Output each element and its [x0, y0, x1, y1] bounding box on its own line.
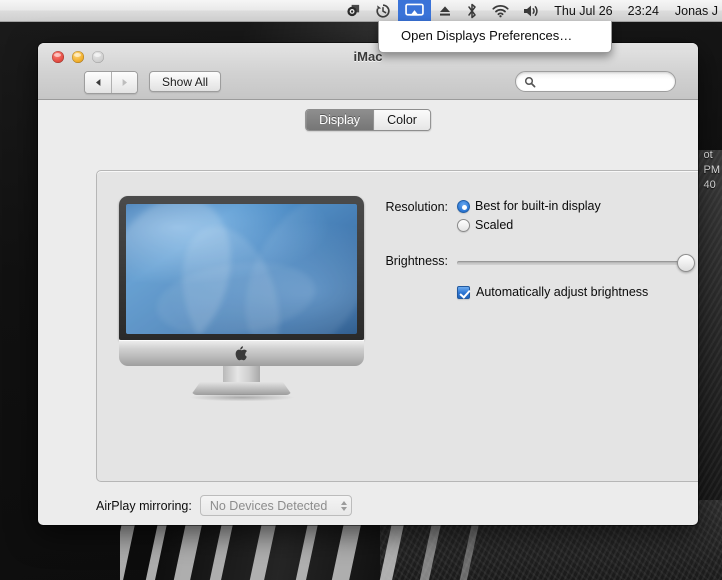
airplay-icon[interactable]	[398, 0, 432, 22]
show-all-button[interactable]: Show All	[149, 71, 222, 92]
displays-preferences-window: iMac Show All Display Color Resolution: …	[38, 43, 698, 525]
eject-icon[interactable]	[431, 0, 459, 22]
menu-item-open-displays-preferences[interactable]: Open Displays Preferences…	[379, 26, 611, 46]
slider-thumb[interactable]	[677, 254, 695, 272]
time-machine-icon[interactable]	[368, 0, 398, 22]
app-icon[interactable]	[339, 0, 368, 22]
menubar-clock[interactable]: 23:24	[621, 0, 665, 22]
airplay-device-value: No Devices Detected	[209, 498, 328, 513]
brightness-slider[interactable]	[457, 254, 697, 272]
imac-stand-neck	[223, 366, 260, 384]
desktop-background-text: ot PM 40	[703, 149, 721, 191]
brightness-group: Brightness: Automatically adjust brightn…	[369, 253, 698, 299]
auto-brightness-checkbox-row[interactable]: Automatically adjust brightness	[457, 285, 697, 299]
display-settings-panel: Resolution: Best for built-in display Sc…	[96, 170, 698, 482]
tab-bar: Display Color	[38, 100, 698, 131]
radio-button-selected-icon[interactable]	[457, 199, 470, 213]
airplay-mirroring-row: AirPlay mirroring: No Devices Detected	[96, 495, 698, 516]
radio-scaled[interactable]: Scaled	[457, 218, 601, 232]
menubar-username[interactable]: Jonas J	[665, 0, 722, 22]
radio-best-for-display[interactable]: Best for built-in display	[457, 199, 601, 213]
imac-wallpaper	[126, 204, 357, 334]
radio-scaled-label: Scaled	[475, 218, 514, 232]
resolution-label: Resolution:	[385, 200, 448, 214]
airplay-mirroring-label: AirPlay mirroring:	[96, 498, 192, 513]
auto-brightness-label: Automatically adjust brightness	[476, 285, 649, 299]
navigation-buttons	[84, 71, 138, 94]
window-footer: AirPlay mirroring: No Devices Detected S…	[96, 495, 698, 525]
brightness-label: Brightness:	[385, 254, 448, 268]
apple-logo-icon	[235, 345, 247, 360]
tab-display[interactable]: Display	[306, 110, 374, 130]
bluetooth-icon[interactable]	[459, 0, 485, 22]
radio-best-label: Best for built-in display	[475, 199, 601, 213]
imac-chin	[119, 340, 364, 366]
tab-color[interactable]: Color	[373, 110, 430, 130]
airplay-device-select: No Devices Detected	[199, 495, 352, 516]
search-field[interactable]	[515, 71, 676, 92]
radio-button-icon[interactable]	[457, 218, 470, 232]
wifi-icon[interactable]	[485, 0, 516, 22]
display-controls: Resolution: Best for built-in display Sc…	[369, 199, 698, 299]
back-button[interactable]	[85, 72, 111, 93]
imac-illustration	[119, 196, 364, 403]
slider-track[interactable]	[457, 261, 689, 265]
menu-bar: Thu Jul 26 23:24 Jonas J	[0, 0, 722, 22]
volume-icon[interactable]	[516, 0, 546, 22]
search-input[interactable]	[541, 74, 669, 89]
imac-screen-bezel	[119, 196, 364, 340]
chevron-updown-icon	[340, 500, 347, 511]
forward-button	[111, 72, 137, 93]
imac-shadow	[167, 392, 317, 403]
resolution-group: Resolution: Best for built-in display Sc…	[369, 199, 698, 237]
checkbox-checked-icon[interactable]	[457, 285, 470, 299]
menubar-date[interactable]: Thu Jul 26	[546, 0, 620, 22]
search-icon	[524, 76, 536, 87]
airplay-dropdown-menu: Open Displays Preferences…	[378, 21, 612, 53]
